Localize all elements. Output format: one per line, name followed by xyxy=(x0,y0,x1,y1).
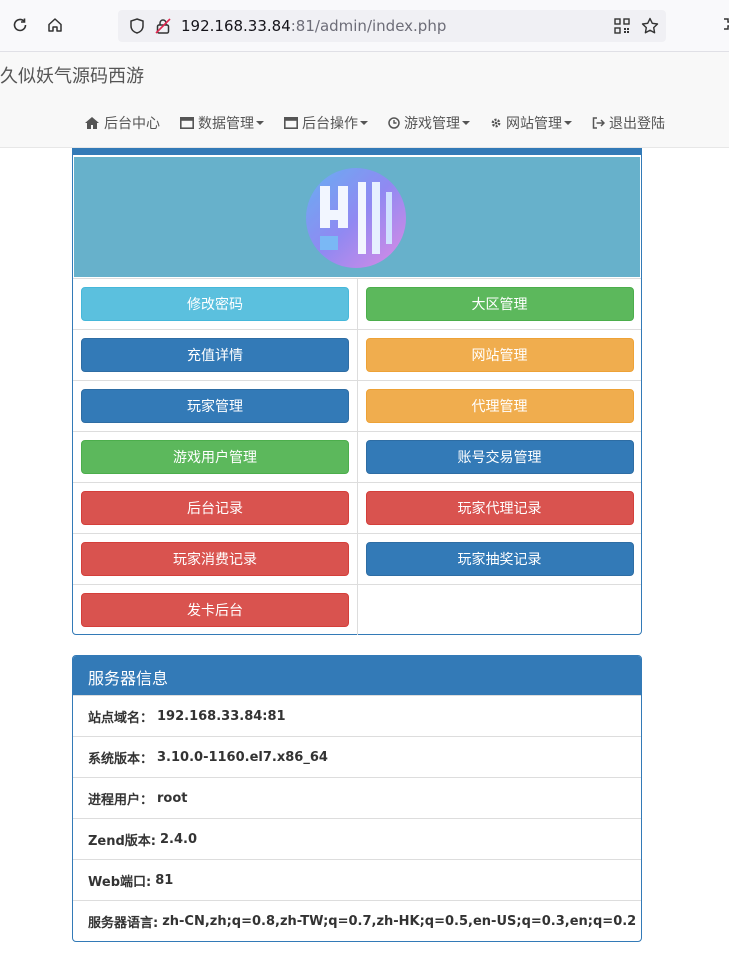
info-label: 进程用户： xyxy=(88,792,154,808)
info-label: 站点域名： xyxy=(88,710,154,726)
nav-label: 网站管理 xyxy=(506,116,562,132)
url-text[interactable]: 192.168.33.84:81/admin/index.php xyxy=(181,17,446,35)
button-cell: 网站管理 xyxy=(357,330,641,380)
region-management-button[interactable]: 大区管理 xyxy=(365,287,634,321)
player-lottery-log-button[interactable]: 玩家抽奖记录 xyxy=(365,542,634,576)
button-row: 修改密码 大区管理 xyxy=(73,278,641,329)
button-cell: 代理管理 xyxy=(357,381,641,431)
caret-down-icon xyxy=(360,121,368,125)
button-cell: 大区管理 xyxy=(357,279,641,329)
window-icon xyxy=(180,117,194,129)
url-host: 192.168.33.84 xyxy=(181,17,291,35)
info-value: 192.168.33.84:81 xyxy=(157,708,286,724)
button-row: 玩家消费记录 玩家抽奖记录 xyxy=(73,533,641,584)
button-cell: 修改密码 xyxy=(73,279,357,329)
info-row-domain: 站点域名： 192.168.33.84:81 xyxy=(73,695,641,736)
home-icon[interactable] xyxy=(43,13,67,37)
nav-item-logout[interactable]: 退出登陆 xyxy=(592,113,665,133)
player-agent-log-button[interactable]: 玩家代理记录 xyxy=(365,491,634,525)
clock-icon xyxy=(388,117,400,129)
nav-label: 游戏管理 xyxy=(404,116,460,132)
site-navbar: 久似妖气源码西游 后台中心 数据管理 后台操作 游戏管理 网站管理 退出登陆 xyxy=(0,52,729,148)
site-management-button[interactable]: 网站管理 xyxy=(365,338,634,372)
nav-label: 后台中心 xyxy=(104,116,160,132)
nav-label: 退出登陆 xyxy=(609,116,665,132)
info-row-zend-version: Zend版本: 2.4.0 xyxy=(73,818,641,859)
info-value: root xyxy=(157,790,188,806)
nav-item-admin-center[interactable]: 后台中心 xyxy=(84,113,160,133)
button-cell: 玩家抽奖记录 xyxy=(357,534,641,584)
home-icon xyxy=(85,117,99,129)
address-bar[interactable]: 192.168.33.84:81/admin/index.php xyxy=(118,10,666,42)
info-label: 服务器语言: xyxy=(88,915,159,931)
url-path: :81/admin/index.php xyxy=(290,17,447,35)
button-cell: 游戏用户管理 xyxy=(73,432,357,482)
button-cell: 后台记录 xyxy=(73,483,357,533)
button-cell: 玩家管理 xyxy=(73,381,357,431)
info-value: 81 xyxy=(155,872,174,888)
button-row: 游戏用户管理 账号交易管理 xyxy=(73,431,641,482)
button-cell: 充值详情 xyxy=(73,330,357,380)
info-row-web-port: Web端口: 81 xyxy=(73,859,641,900)
reload-icon[interactable] xyxy=(8,13,32,37)
qr-code-icon[interactable] xyxy=(614,18,630,38)
caret-down-icon xyxy=(256,121,264,125)
server-info-panel: 服务器信息 站点域名： 192.168.33.84:81 系统版本： 3.10.0-… xyxy=(72,655,642,942)
browser-toolbar: 192.168.33.84:81/admin/index.php xyxy=(0,0,729,52)
change-password-button[interactable]: 修改密码 xyxy=(81,287,349,321)
button-row: 玩家管理 代理管理 xyxy=(73,380,641,431)
account-trade-management-button[interactable]: 账号交易管理 xyxy=(365,440,634,474)
agent-management-button[interactable]: 代理管理 xyxy=(365,389,634,423)
logout-icon xyxy=(592,117,605,129)
bookmark-star-icon[interactable] xyxy=(640,16,660,40)
nav-menu: 后台中心 数据管理 后台操作 游戏管理 网站管理 退出登陆 xyxy=(84,113,665,133)
avatar-banner xyxy=(74,157,640,277)
nav-label: 数据管理 xyxy=(198,116,254,132)
insecure-lock-icon[interactable] xyxy=(154,17,172,39)
nav-item-site-management[interactable]: 网站管理 xyxy=(490,113,572,133)
nav-item-game-management[interactable]: 游戏管理 xyxy=(388,113,470,133)
player-spending-log-button[interactable]: 玩家消费记录 xyxy=(81,542,349,576)
game-user-management-button[interactable]: 游戏用户管理 xyxy=(81,440,349,474)
info-label: Web端口: xyxy=(88,874,152,890)
info-row-system-version: 系统版本： 3.10.0-1160.el7.x86_64 xyxy=(73,736,641,777)
button-row: 后台记录 玩家代理记录 xyxy=(73,482,641,533)
info-label: Zend版本: xyxy=(88,833,157,849)
caret-down-icon xyxy=(564,121,572,125)
shield-icon[interactable] xyxy=(128,17,146,39)
nav-item-data-management[interactable]: 数据管理 xyxy=(180,113,264,133)
backend-log-button[interactable]: 后台记录 xyxy=(81,491,349,525)
info-label: 系统版本： xyxy=(88,751,154,767)
info-row-server-language: 服务器语言: zh-CN,zh;q=0.8,zh-TW;q=0.7,zh-HK;q… xyxy=(73,900,641,941)
window-icon xyxy=(284,117,298,129)
gear-icon xyxy=(491,118,501,128)
button-cell: 玩家代理记录 xyxy=(357,483,641,533)
button-cell: 发卡后台 xyxy=(73,585,357,635)
button-row: 充值详情 网站管理 xyxy=(73,329,641,380)
caret-down-icon xyxy=(462,121,470,125)
dashboard-panel: 修改密码 大区管理 充值详情 网站管理 玩家管理 代理管理 游戏用户管理 账号交… xyxy=(72,148,642,635)
info-value: zh-CN,zh;q=0.8,zh-TW;q=0.7,zh-HK;q=0.5,e… xyxy=(162,913,637,929)
card-issue-backend-button[interactable]: 发卡后台 xyxy=(81,593,349,627)
site-brand[interactable]: 久似妖气源码西游 xyxy=(0,62,144,88)
button-cell: 玩家消费记录 xyxy=(73,534,357,584)
avatar xyxy=(306,168,406,268)
button-cell-empty xyxy=(357,585,641,635)
action-button-grid: 修改密码 大区管理 充值详情 网站管理 玩家管理 代理管理 游戏用户管理 账号交… xyxy=(73,278,641,635)
button-row: 发卡后台 xyxy=(73,584,641,635)
nav-label: 后台操作 xyxy=(302,116,358,132)
info-row-process-user: 进程用户： root xyxy=(73,777,641,818)
button-cell: 账号交易管理 xyxy=(357,432,641,482)
info-value: 2.4.0 xyxy=(160,831,198,847)
server-info-title: 服务器信息 xyxy=(73,656,641,695)
info-value: 3.10.0-1160.el7.x86_64 xyxy=(157,749,328,765)
recharge-details-button[interactable]: 充值详情 xyxy=(81,338,349,372)
extension-icon[interactable] xyxy=(720,16,729,38)
nav-item-backend-ops[interactable]: 后台操作 xyxy=(284,113,368,133)
player-management-button[interactable]: 玩家管理 xyxy=(81,389,349,423)
